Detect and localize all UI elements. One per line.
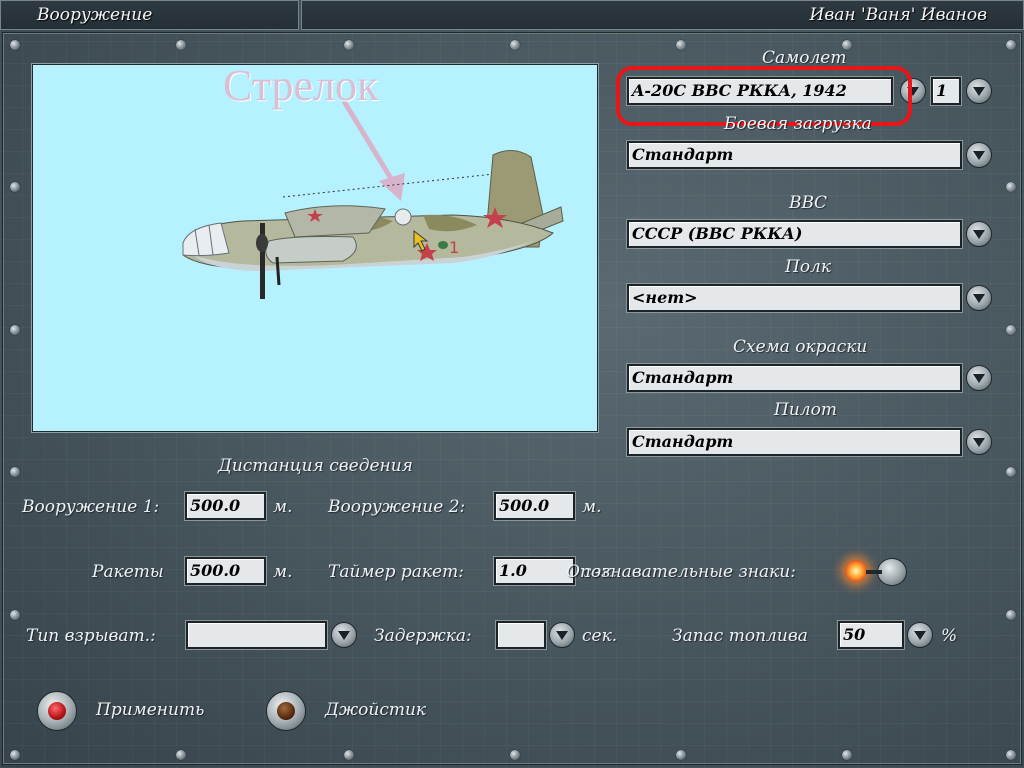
weapon2-unit: м. — [582, 497, 602, 517]
chevron-down-icon — [907, 86, 919, 96]
chevron-down-icon — [973, 229, 985, 239]
rivet-icon — [10, 610, 20, 620]
fuze-type-dropdown-button[interactable] — [331, 622, 357, 648]
rivet-icon — [344, 40, 354, 50]
aircraft-model-image: 1 — [182, 100, 564, 299]
rivet-icon — [1006, 182, 1016, 192]
rivet-icon — [510, 40, 520, 50]
pilot-dropdown-button[interactable] — [966, 429, 992, 455]
fuze-type-label: Тип взрыват.: — [26, 626, 156, 646]
rivet-icon — [676, 40, 686, 50]
aircraft-preview[interactable]: 1 Стрелок — [32, 64, 598, 432]
chevron-down-icon — [973, 150, 985, 160]
air-force-dropdown-button[interactable] — [966, 221, 992, 247]
weapon1-label: Вооружение 1: — [22, 497, 160, 517]
regiment-select[interactable]: <нет> — [627, 284, 962, 312]
delay-label: Задержка: — [374, 626, 472, 646]
pilot-label: Пилот — [774, 400, 837, 420]
convergence-title: Дистанция сведения — [218, 456, 413, 476]
aircraft-label: Самолет — [762, 48, 847, 68]
rockets-unit: м. — [273, 562, 293, 582]
rockets-label: Ракеты — [92, 562, 164, 582]
delay-select[interactable] — [496, 621, 546, 649]
rocket-timer-input[interactable]: 1.0 — [494, 557, 575, 585]
skin-label: Схема окраски — [733, 337, 868, 357]
air-force-label: ВВС — [789, 193, 827, 213]
rivet-icon — [10, 467, 20, 477]
regiment-dropdown-button[interactable] — [966, 285, 992, 311]
chevron-down-icon — [556, 630, 568, 640]
fuel-unit: % — [941, 626, 958, 646]
rivet-icon — [842, 750, 852, 760]
rivet-icon — [176, 40, 186, 50]
loadout-dropdown-button[interactable] — [966, 142, 992, 168]
rivet-icon — [1006, 40, 1016, 50]
rocket-timer-label: Таймер ракет: — [328, 562, 464, 582]
fuel-label: Запас топлива — [672, 626, 808, 646]
rivet-icon — [10, 182, 20, 192]
rivet-icon — [1006, 325, 1016, 335]
delay-dropdown-button[interactable] — [549, 622, 575, 648]
rivet-icon — [1006, 467, 1016, 477]
rivet-icon — [10, 750, 20, 760]
player-name: Иван 'Ваня' Иванов — [809, 5, 987, 25]
skin-select[interactable]: Стандарт — [627, 364, 962, 392]
rivet-icon — [1006, 750, 1016, 760]
rivet-icon — [676, 750, 686, 760]
joystick-button[interactable] — [266, 691, 306, 731]
apply-button[interactable] — [37, 691, 77, 731]
chevron-down-icon — [973, 437, 985, 447]
rivet-icon — [1006, 610, 1016, 620]
weapon2-label: Вооружение 2: — [328, 497, 466, 517]
chevron-down-icon — [914, 630, 926, 640]
aircraft-dropdown-button[interactable] — [900, 78, 926, 104]
rivet-icon — [344, 750, 354, 760]
screen-title: Вооружение — [37, 5, 153, 25]
weapon1-convergence-input[interactable]: 500.0 — [185, 492, 266, 520]
markings-toggle[interactable] — [866, 558, 907, 586]
chevron-down-icon — [973, 293, 985, 303]
pilot-select[interactable]: Стандарт — [627, 428, 962, 456]
rivet-icon — [10, 40, 20, 50]
chevron-down-icon — [973, 86, 985, 96]
screen-title-bar: Вооружение — [0, 0, 299, 30]
skin-dropdown-button[interactable] — [966, 365, 992, 391]
markings-indicator-lamp — [845, 560, 867, 582]
loadout-label: Боевая загрузка — [724, 114, 872, 134]
chevron-down-icon — [973, 373, 985, 383]
fuze-type-select[interactable] — [186, 621, 327, 649]
rivet-icon — [10, 325, 20, 335]
aircraft-slot-dropdown-button[interactable] — [966, 78, 992, 104]
aircraft-slot-select[interactable]: 1 — [931, 77, 961, 105]
chevron-down-icon — [338, 630, 350, 640]
weapon2-convergence-input[interactable]: 500.0 — [494, 492, 575, 520]
armament-screen: Вооружение Иван 'Ваня' Иванов 1 Стрелок … — [0, 0, 1024, 768]
rivet-icon — [510, 750, 520, 760]
joystick-label[interactable]: Джойстик — [325, 700, 426, 720]
aircraft-select[interactable]: A-20C ВВС РККА, 1942 — [627, 77, 893, 105]
gunner-annotation: Стрелок — [223, 64, 379, 110]
delay-unit: сек. — [582, 626, 618, 646]
fuel-select[interactable]: 50 — [838, 621, 904, 649]
rockets-convergence-input[interactable]: 500.0 — [185, 557, 266, 585]
loadout-select[interactable]: Стандарт — [627, 141, 962, 169]
brown-button-icon — [277, 702, 295, 720]
svg-text:1: 1 — [449, 238, 459, 257]
air-force-select[interactable]: СССР (ВВС РККА) — [627, 220, 962, 248]
weapon1-unit: м. — [273, 497, 293, 517]
markings-label: Опознавательные знаки: — [566, 562, 796, 582]
apply-label[interactable]: Применить — [96, 700, 204, 720]
fuel-dropdown-button[interactable] — [907, 622, 933, 648]
red-button-icon — [48, 702, 66, 720]
rivet-icon — [176, 750, 186, 760]
regiment-label: Полк — [785, 257, 832, 277]
player-name-bar: Иван 'Ваня' Иванов — [301, 0, 1024, 30]
